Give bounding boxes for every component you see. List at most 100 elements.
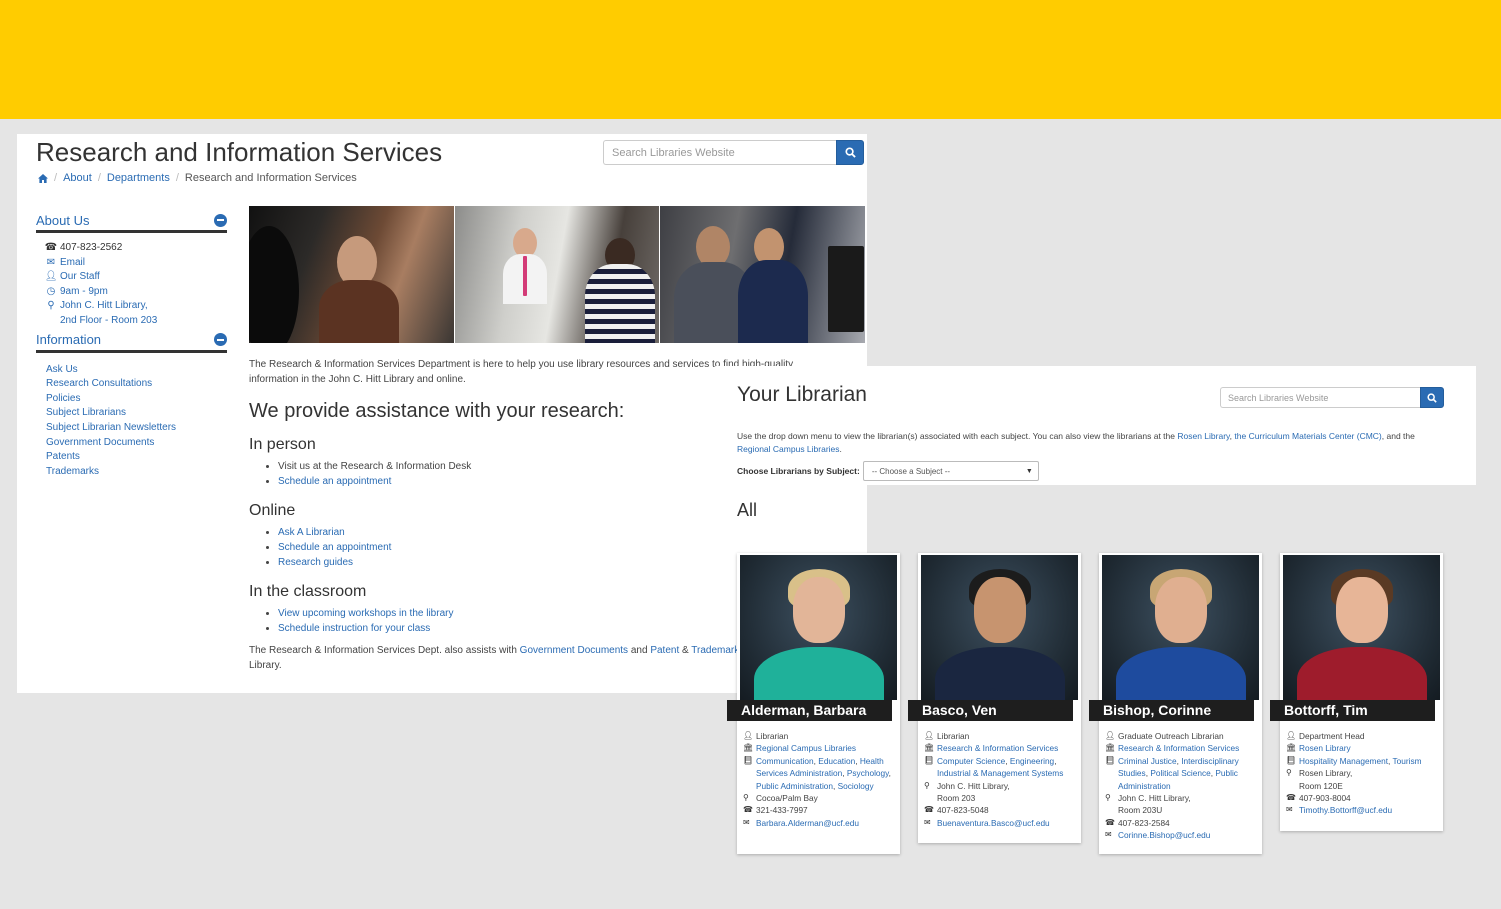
info-link-ask-us[interactable]: Ask Us (46, 364, 78, 375)
search-button[interactable] (836, 140, 864, 165)
librarian-card-alderman[interactable]: Alderman, Barbara 👤︎ Librarian 🏛︎ Regional… (727, 553, 900, 854)
about-us-heading: About Us (36, 212, 90, 228)
librarian-dept-link[interactable]: Research & Information Services (937, 742, 1076, 754)
librarian-details: 👤︎ Librarian 🏛︎ Research & Information Ser… (924, 730, 1076, 829)
subject-link[interactable]: Psychology (847, 768, 889, 778)
subject-link[interactable]: Computer Science (937, 756, 1005, 766)
user-icon: 👤︎ (743, 731, 754, 740)
book-icon: 📘︎ (743, 755, 754, 765)
librarian-phone: 407-903-8004 (1299, 793, 1351, 804)
ask-a-librarian-link[interactable]: Ask A Librarian (278, 527, 345, 538)
information-heading: Information (36, 332, 102, 348)
info-link-government-documents[interactable]: Government Documents (46, 437, 154, 448)
librarian-card-basco[interactable]: Basco, Ven 👤︎ Librarian 🏛︎ Research & Info… (908, 553, 1081, 843)
subject-link[interactable]: Political Science (1150, 768, 1210, 778)
breadcrumb-separator: / (97, 172, 101, 184)
subject-link[interactable]: Criminal Justice (1118, 756, 1177, 766)
phone-icon: ☎ (1105, 817, 1115, 827)
site-search: Search Libraries Website (603, 140, 864, 165)
your-librarian-page: Your Librarian Search Libraries Website … (716, 366, 1476, 485)
collapse-icon[interactable] (214, 213, 227, 227)
subject-link[interactable]: Sociology (838, 781, 874, 791)
subject-link[interactable]: Public Administration (756, 781, 833, 791)
site-search-2: Search Libraries Website (1220, 387, 1444, 408)
desc-period: . (839, 443, 842, 454)
search-input[interactable]: Search Libraries Website (603, 140, 836, 165)
info-link-newsletters[interactable]: Subject Librarian Newsletters (46, 422, 176, 433)
outro-amp: & (679, 645, 692, 657)
location-link[interactable]: John C. Hitt Library, 2nd Floor - Room 20… (58, 299, 157, 328)
librarian-email-link[interactable]: Corinne.Bishop@ucf.edu (1118, 829, 1257, 841)
schedule-appointment-link[interactable]: Schedule an appointment (278, 476, 391, 487)
librarian-card-bottorff[interactable]: Bottorff, Tim 👤︎ Department Head 🏛︎ Rosen … (1270, 553, 1443, 831)
phone-icon: ☎ (743, 805, 753, 815)
librarian-subjects: Communication, Education, Health Service… (756, 755, 895, 792)
librarian-subjects: Criminal Justice, Interdisciplinary Stud… (1118, 755, 1257, 792)
rosen-library-link[interactable]: Rosen Library (1177, 431, 1229, 441)
our-staff-link[interactable]: Our Staff (58, 270, 100, 285)
contact-email-link[interactable]: Email (58, 256, 85, 271)
patent-link[interactable]: Patent (650, 645, 679, 656)
breadcrumb-about-link[interactable]: About (63, 172, 92, 184)
librarian-dept-link[interactable]: Regional Campus Libraries (756, 742, 895, 754)
information-header[interactable]: Information (36, 332, 227, 353)
subject-link[interactable]: Communication (756, 756, 814, 766)
regional-campus-link[interactable]: Regional Campus Libraries (737, 444, 840, 454)
building-icon: 🏛︎ (1105, 743, 1116, 753)
subject-link[interactable]: Hospitality Management (1299, 756, 1388, 766)
location-line-1: Rosen Library, (1299, 768, 1353, 779)
librarian-email-link[interactable]: Barbara.Alderman@ucf.edu (756, 817, 895, 829)
info-link-research-consultations[interactable]: Research Consultations (46, 378, 152, 389)
librarian-phone: 321-433-7997 (756, 805, 808, 816)
research-guides-link[interactable]: Research guides (278, 557, 353, 568)
subject-select-value: -- Choose a Subject -- (871, 466, 951, 476)
librarian-email-link[interactable]: Timothy.Bottorff@ucf.edu (1299, 804, 1438, 816)
cmc-link[interactable]: the Curriculum Materials Center (CMC) (1234, 431, 1381, 441)
librarian-dept-link[interactable]: Research & Information Services (1118, 742, 1257, 754)
librarian-email-link[interactable]: Buenaventura.Basco@ucf.edu (937, 817, 1076, 829)
subject-separator: , (1054, 755, 1057, 766)
book-icon: 📘︎ (1286, 755, 1297, 765)
librarian-subjects: Hospitality Management, Tourism (1299, 755, 1438, 767)
phone-icon: ☎ (924, 805, 934, 815)
government-documents-link[interactable]: Government Documents (520, 645, 628, 656)
subject-chooser: Choose Librarians by Subject: -- Choose … (737, 461, 1039, 481)
map-marker-icon: ⚲ (47, 300, 55, 312)
subject-link[interactable]: Education (818, 756, 855, 766)
subject-link[interactable]: Industrial & Management Systems (937, 768, 1063, 778)
page-title: Research and Information Services (36, 137, 443, 167)
home-icon[interactable] (38, 173, 48, 183)
hours-link[interactable]: 9am - 9pm (58, 285, 108, 300)
hero-photo-1 (249, 206, 454, 343)
location-line-1: John C. Hitt Library, (60, 300, 148, 312)
search-input[interactable]: Search Libraries Website (1220, 387, 1420, 408)
book-icon: 📘︎ (924, 755, 935, 765)
search-icon (1427, 392, 1437, 403)
librarian-location: Cocoa/Palm Bay (756, 793, 818, 804)
librarian-card-bishop[interactable]: Bishop, Corinne 👤︎ Graduate Outreach Libr… (1089, 553, 1262, 854)
info-link-trademarks[interactable]: Trademarks (46, 466, 99, 477)
schedule-instruction-link[interactable]: Schedule instruction for your class (278, 623, 430, 634)
subject-link[interactable]: Tourism (1392, 756, 1421, 766)
building-icon: 🏛︎ (924, 743, 935, 753)
librarian-location: John C. Hitt Library, Room 203U (1118, 792, 1257, 817)
about-us-header[interactable]: About Us (36, 212, 227, 233)
breadcrumb-departments-link[interactable]: Departments (107, 172, 170, 184)
location-line-1: John C. Hitt Library, (937, 780, 1010, 791)
user-icon: 👤︎ (44, 271, 58, 283)
librarian-dept-link[interactable]: Rosen Library (1299, 742, 1438, 754)
subject-link[interactable]: Engineering (1010, 756, 1054, 766)
info-link-policies[interactable]: Policies (46, 393, 80, 404)
info-link-patents[interactable]: Patents (46, 451, 80, 462)
info-link-subject-librarians[interactable]: Subject Librarians (46, 407, 126, 418)
librarian-role: Librarian (756, 731, 789, 741)
workshops-link[interactable]: View upcoming workshops in the library (278, 608, 453, 619)
librarian-name: Alderman, Barbara (727, 700, 892, 721)
librarian-role: Department Head (1299, 731, 1365, 741)
librarian-photo (1102, 555, 1259, 700)
subject-select[interactable]: -- Choose a Subject -- ▼ (862, 461, 1039, 481)
collapse-icon[interactable] (214, 333, 227, 347)
schedule-appointment-online-link[interactable]: Schedule an appointment (278, 542, 391, 553)
search-button[interactable] (1420, 387, 1444, 408)
map-marker-icon: ⚲ (1286, 768, 1292, 778)
